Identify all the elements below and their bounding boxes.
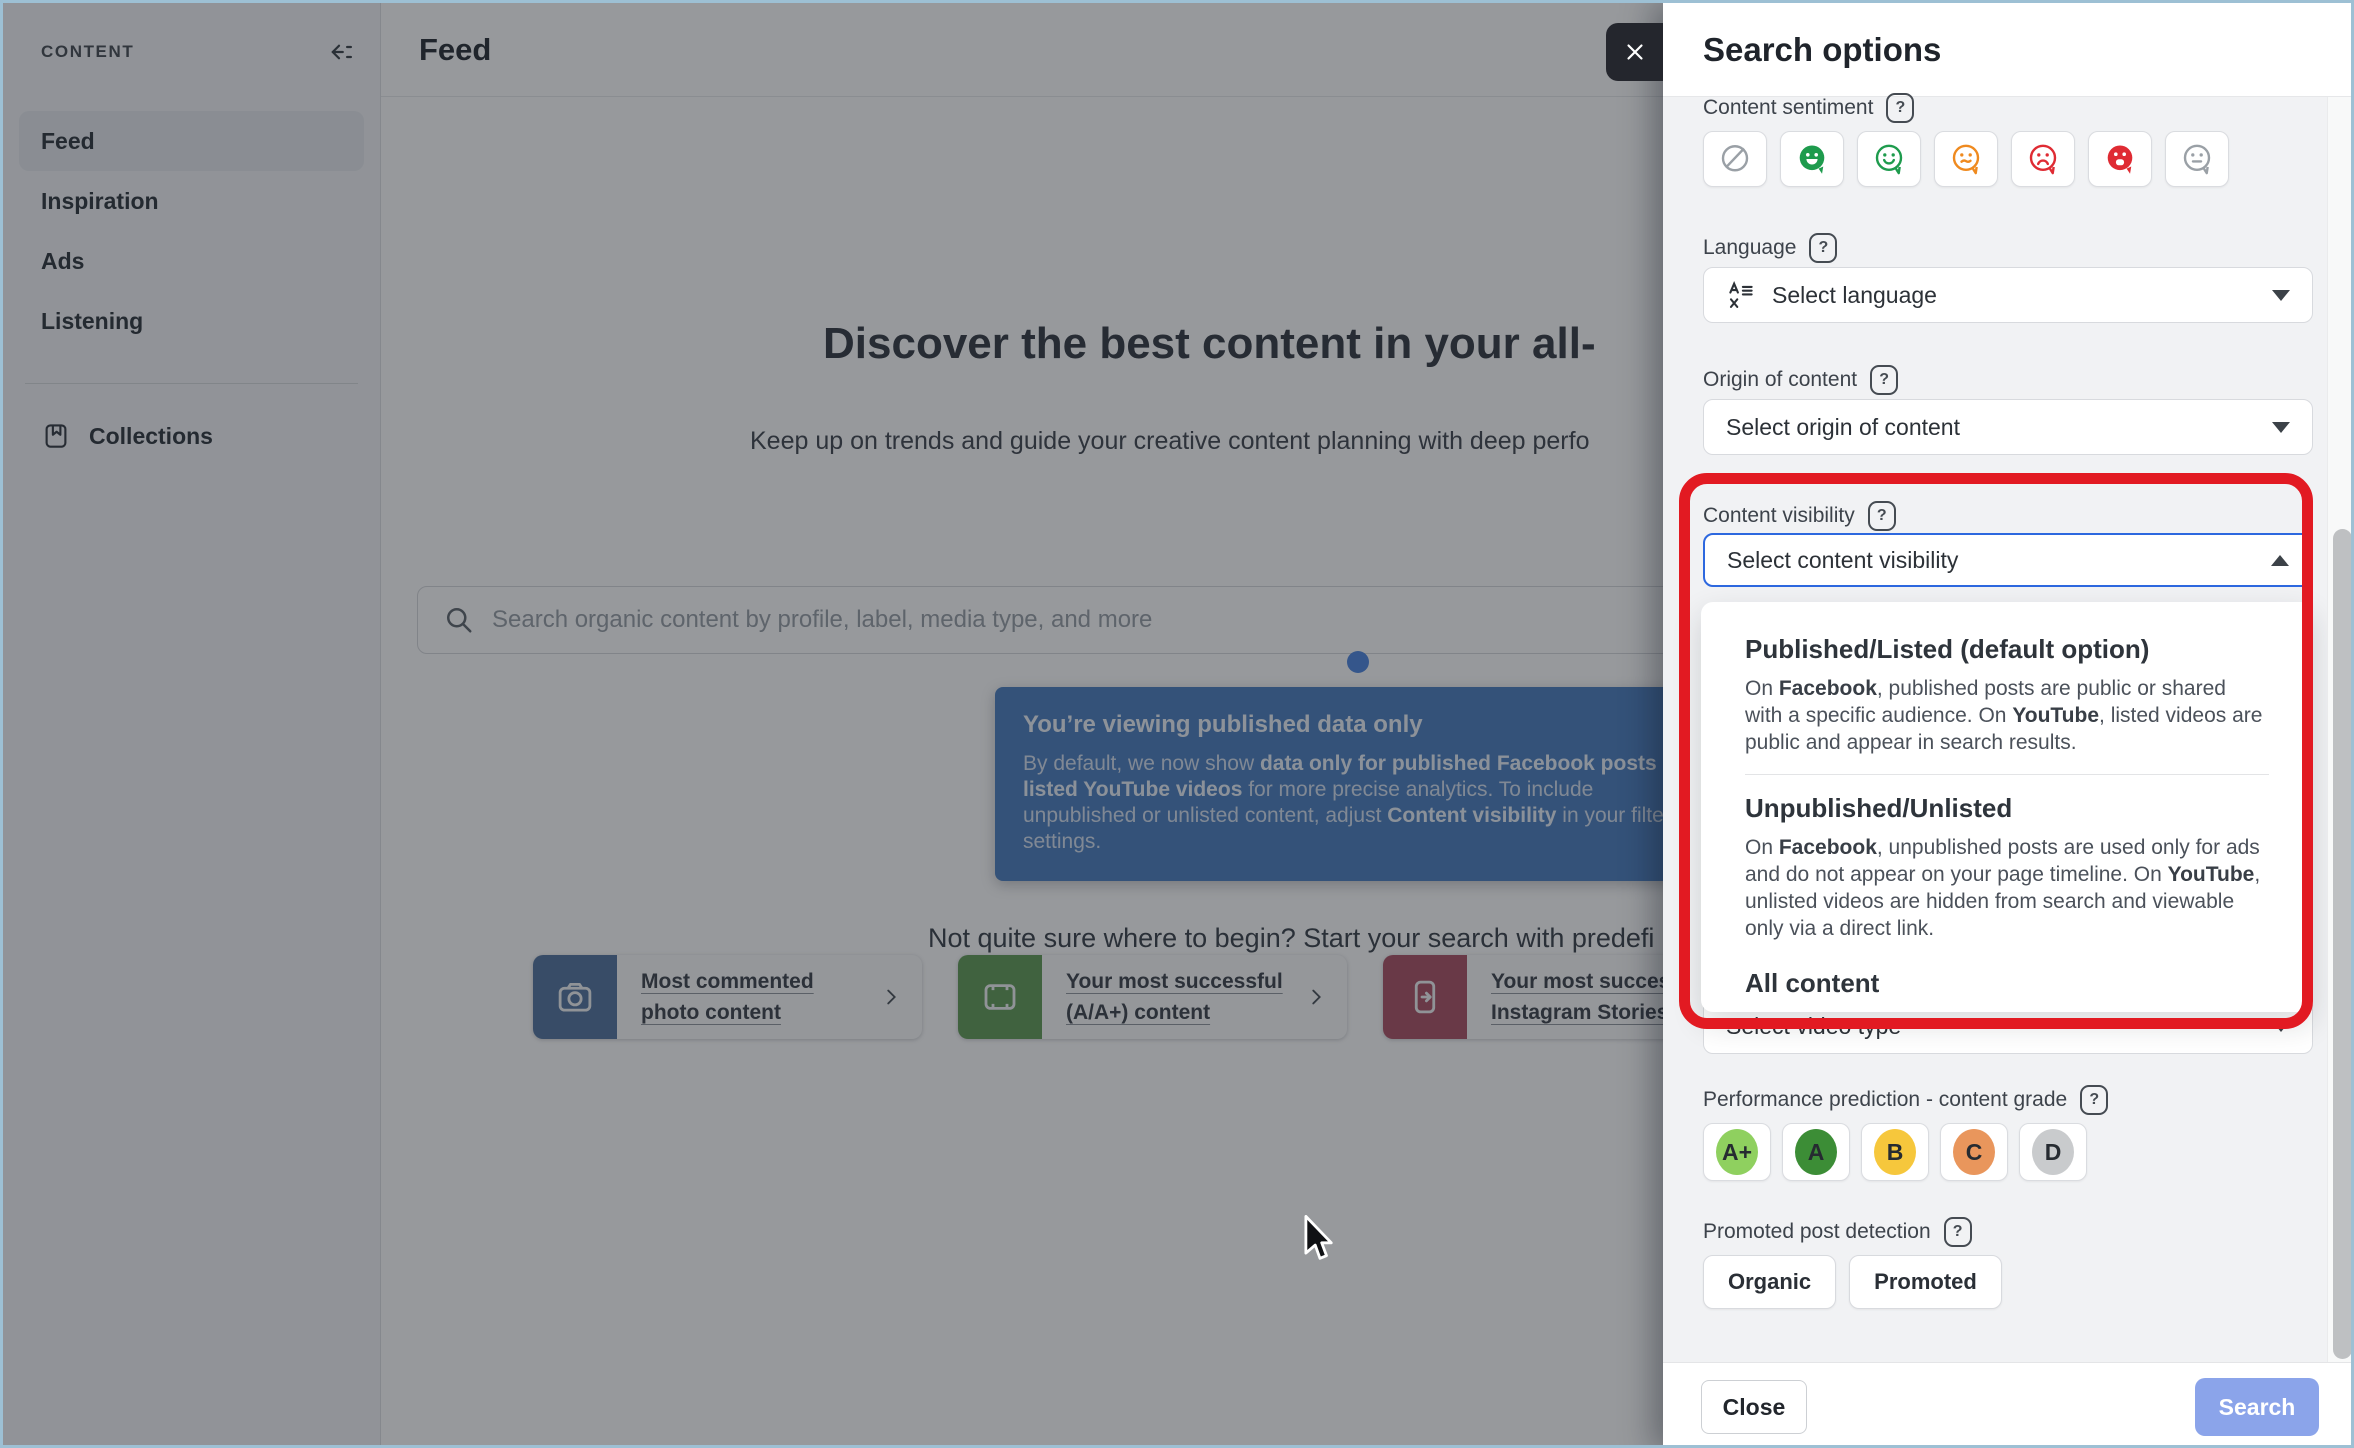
chevron-down-icon [2272, 1021, 2290, 1032]
content-visibility-select[interactable]: Select content visibility [1703, 533, 2313, 587]
sentiment-positive-icon[interactable] [1857, 131, 1921, 187]
help-icon[interactable]: ? [1870, 365, 1898, 395]
option-published-listed[interactable]: Published/Listed (default option) [1745, 634, 2269, 665]
origin-select[interactable]: Select origin of content [1703, 399, 2313, 455]
content-sentiment-label: Content sentiment ? [1703, 93, 1914, 123]
search-button[interactable]: Search [2195, 1378, 2319, 1436]
origin-select-value: Select origin of content [1726, 414, 1960, 441]
organic-button[interactable]: Organic [1703, 1255, 1836, 1309]
performance-prediction-label: Performance prediction - content grade ? [1703, 1085, 2108, 1115]
dropdown-divider [1745, 774, 2269, 775]
sentiment-negative-icon[interactable] [2011, 131, 2075, 187]
modal-dim-overlay[interactable] [3, 3, 1663, 1445]
panel-header: Search options [1663, 3, 2354, 97]
option-all-content[interactable]: All content [1745, 968, 2269, 999]
video-type-select-value: Select video type [1726, 1013, 1901, 1040]
grade-options-row: A+ A B C D [1703, 1123, 2098, 1181]
panel-scrollbar-track[interactable] [2327, 97, 2354, 1362]
app-window: CONTENT Feed Inspiration Ads Listening C… [0, 0, 2354, 1448]
sentiment-unsure-icon[interactable] [1934, 131, 1998, 187]
panel-footer: Close Search [1663, 1362, 2354, 1448]
content-visibility-dropdown: Published/Listed (default option) On Fac… [1701, 602, 2313, 1012]
content-visibility-label: Content visibility ? [1703, 501, 1896, 531]
help-icon[interactable]: ? [1868, 501, 1896, 531]
content-visibility-select-value: Select content visibility [1727, 547, 1958, 574]
translate-icon [1726, 280, 1756, 310]
language-label: Language ? [1703, 233, 1837, 263]
panel-title: Search options [1703, 31, 1941, 69]
help-icon[interactable]: ? [1809, 233, 1837, 263]
panel-scrollbar-thumb[interactable] [2333, 529, 2352, 1359]
grade-b-button[interactable]: B [1861, 1123, 1929, 1181]
origin-label: Origin of content ? [1703, 365, 1898, 395]
promoted-button[interactable]: Promoted [1849, 1255, 2002, 1309]
chevron-up-icon [2271, 555, 2289, 566]
option-unpublished-unlisted-description: On Facebook, unpublished posts are used … [1745, 834, 2269, 942]
sentiment-very-negative-icon[interactable] [2088, 131, 2152, 187]
sentiment-options-row [1703, 131, 2242, 187]
option-published-listed-description: On Facebook, published posts are public … [1745, 675, 2269, 756]
grade-a-button[interactable]: A [1782, 1123, 1850, 1181]
grade-d-button[interactable]: D [2019, 1123, 2087, 1181]
sentiment-very-positive-icon[interactable] [1780, 131, 1844, 187]
grade-c-button[interactable]: C [1940, 1123, 2008, 1181]
grade-a-plus-button[interactable]: A+ [1703, 1123, 1771, 1181]
chevron-down-icon [2272, 290, 2290, 301]
help-icon[interactable]: ? [2080, 1085, 2108, 1115]
help-icon[interactable]: ? [1886, 93, 1914, 123]
promotion-options-row: Organic Promoted [1703, 1255, 2015, 1309]
close-icon [1622, 39, 1648, 65]
language-select-value: Select language [1772, 282, 1937, 309]
close-button[interactable]: Close [1701, 1380, 1807, 1434]
sentiment-neutral-icon[interactable] [2165, 131, 2229, 187]
option-unpublished-unlisted[interactable]: Unpublished/Unlisted [1745, 793, 2269, 824]
language-select[interactable]: Select language [1703, 267, 2313, 323]
search-options-panel: Search options Content sentiment ? [1663, 3, 2354, 1448]
promoted-post-detection-label: Promoted post detection ? [1703, 1217, 1972, 1247]
close-panel-button[interactable] [1606, 23, 1664, 81]
chevron-down-icon [2272, 422, 2290, 433]
help-icon[interactable]: ? [1944, 1217, 1972, 1247]
sentiment-not-analyzed-icon[interactable] [1703, 131, 1767, 187]
